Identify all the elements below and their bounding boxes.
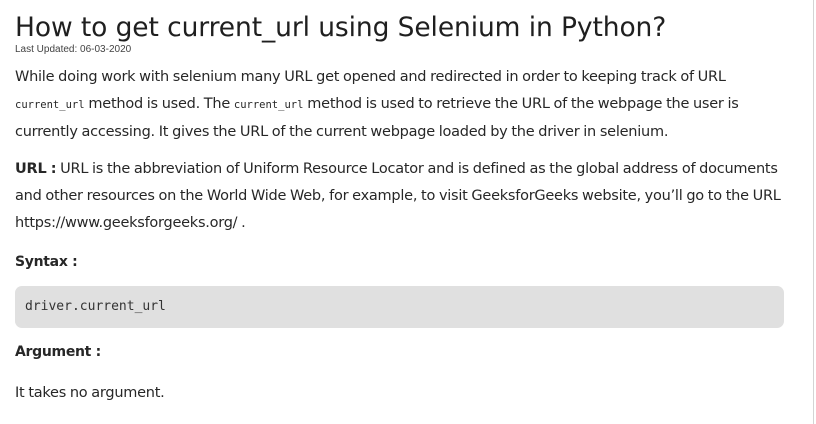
intro-text-part2: method is used. The [84,96,234,112]
argument-heading: Argument : [15,344,101,360]
intro-paragraph: While doing work with selenium many URL … [15,64,740,146]
inline-code-current-url: current_url [15,99,85,111]
url-definition-text: URL is the abbreviation of Uniform Resou… [15,161,781,231]
page: { "article": { "title": "How to get curr… [0,0,816,424]
argument-text: It takes no argument. [15,385,165,401]
intro-text-part1: While doing work with selenium many URL … [15,69,726,85]
article-title: How to get current_url using Selenium in… [15,12,667,43]
page-right-divider [813,0,814,424]
url-definition-paragraph: URL : URL is the abbreviation of Uniform… [15,156,785,237]
syntax-code-block[interactable]: driver.current_url [15,286,784,328]
syntax-heading: Syntax : [15,254,78,270]
url-term: URL : [15,161,57,177]
inline-code-current-url-2: current_url [233,99,304,111]
article-body: How to get current_url using Selenium in… [15,10,785,407]
